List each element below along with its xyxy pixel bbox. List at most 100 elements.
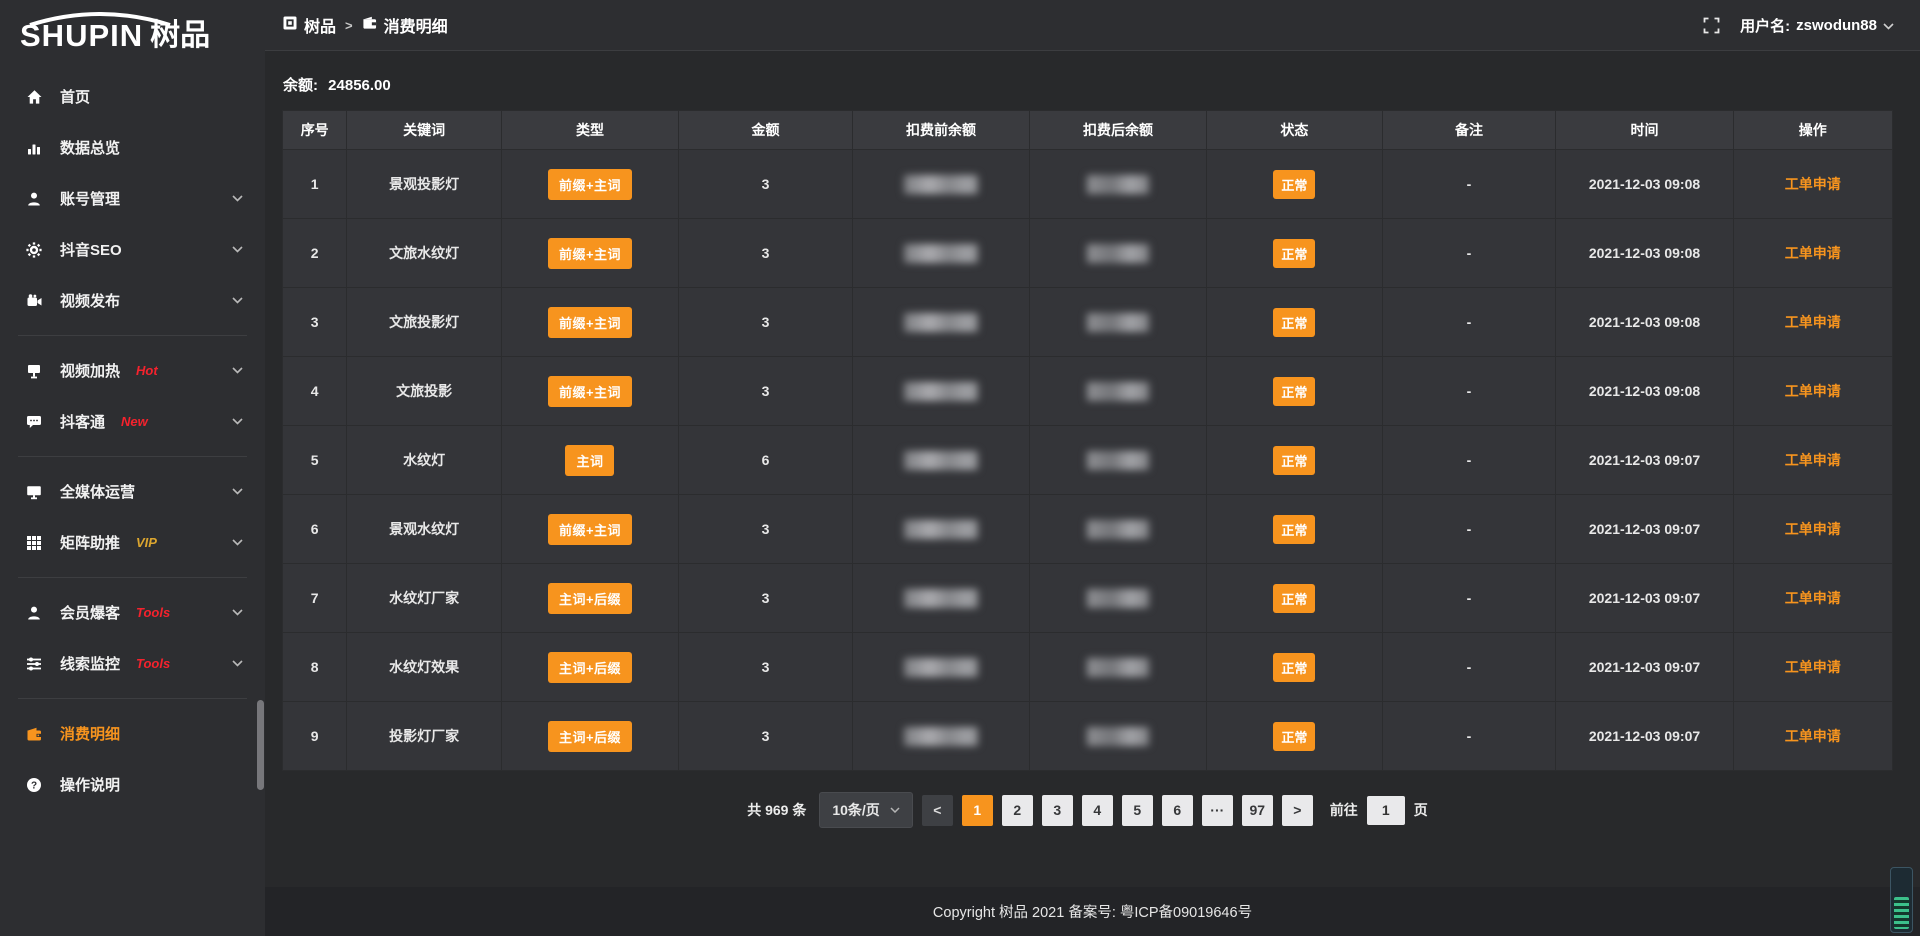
censored-balance-after <box>1087 658 1149 677</box>
type-badge: 主词+后缀 <box>548 652 632 683</box>
work-order-link[interactable]: 工单申请 <box>1785 728 1841 744</box>
cell-amount: 3 <box>679 564 853 633</box>
page-button-97[interactable]: 97 <box>1242 795 1273 826</box>
type-badge: 前缀+主词 <box>548 307 632 338</box>
sidebar-item-home[interactable]: 首页 <box>0 71 265 122</box>
sidebar-item-instructions[interactable]: ? 操作说明 <box>0 759 265 810</box>
table-row: 1 景观投影灯 前缀+主词 3 正常 - 2021-12-03 09:08 工单… <box>283 150 1893 219</box>
sidebar-scrollbar-thumb[interactable] <box>257 700 264 790</box>
sidebar-item-matrix-boost[interactable]: 矩阵助推 VIP <box>0 517 265 568</box>
sidebar-item-clue-monitor[interactable]: 线索监控 Tools <box>0 638 265 689</box>
work-order-link[interactable]: 工单申请 <box>1785 245 1841 261</box>
cell-keyword: 文旅水纹灯 <box>347 219 502 288</box>
sidebar-item-label: 视频加热 <box>60 360 120 381</box>
cell-index: 8 <box>283 633 347 702</box>
sidebar-item-label: 数据总览 <box>60 137 120 158</box>
sidebar-item-member-baoke[interactable]: 会员爆客 Tools <box>0 587 265 638</box>
cell-amount: 3 <box>679 357 853 426</box>
sidebar-item-video-publish[interactable]: 视频发布 <box>0 275 265 326</box>
user-menu[interactable]: 用户名: zswodun88 <box>1740 15 1894 36</box>
copyright-text: Copyright 树品 2021 备案号: 粤ICP备09019646号 <box>933 901 1252 922</box>
censored-balance-before <box>904 175 978 194</box>
work-order-link[interactable]: 工单申请 <box>1785 659 1841 675</box>
fullscreen-icon[interactable] <box>1703 17 1720 34</box>
breadcrumb-current-label: 消费明细 <box>384 13 448 37</box>
censored-balance-before <box>904 520 978 539</box>
cell-keyword: 水纹灯厂家 <box>347 564 502 633</box>
breadcrumb-root[interactable]: 树品 <box>283 13 336 37</box>
cell-index: 3 <box>283 288 347 357</box>
cell-amount: 3 <box>679 219 853 288</box>
cell-time: 2021-12-03 09:07 <box>1556 564 1733 633</box>
cell-amount: 3 <box>679 702 853 771</box>
sidebar-item-douyin-seo[interactable]: 抖音SEO <box>0 224 265 275</box>
cell-time: 2021-12-03 09:08 <box>1556 150 1733 219</box>
sidebar-item-label: 首页 <box>60 86 90 107</box>
page-button-3[interactable]: 3 <box>1042 795 1073 826</box>
status-badge: 正常 <box>1273 308 1315 337</box>
work-order-link[interactable]: 工单申请 <box>1785 176 1841 192</box>
balance-value: 24856.00 <box>328 77 391 94</box>
status-badge: 正常 <box>1273 653 1315 682</box>
work-order-link[interactable]: 工单申请 <box>1785 452 1841 468</box>
wallet-icon <box>362 15 377 35</box>
next-page-button[interactable]: > <box>1282 795 1313 826</box>
page-button-1[interactable]: 1 <box>962 795 993 826</box>
pagination: 共 969 条 10条/页 < 1 2 3 4 5 6 ··· 97 > 前往 … <box>282 792 1893 828</box>
type-badge: 前缀+主词 <box>548 238 632 269</box>
column-header-balance-after: 扣费后余额 <box>1030 111 1207 150</box>
balance-summary: 余额: 24856.00 <box>283 74 1893 95</box>
cell-remark: - <box>1382 495 1556 564</box>
brand-logo[interactable]: SHUPIN 树品 <box>0 6 265 57</box>
work-order-link[interactable]: 工单申请 <box>1785 590 1841 606</box>
type-badge: 主词 <box>565 445 614 476</box>
logo-arc <box>26 12 174 26</box>
sidebar-item-all-media[interactable]: 全媒体运营 <box>0 466 265 517</box>
sidebar-item-consumption-detail[interactable]: 消费明细 <box>0 708 265 759</box>
page-ellipsis-button[interactable]: ··· <box>1202 795 1233 826</box>
member-icon <box>26 605 46 621</box>
censored-balance-after <box>1087 520 1149 539</box>
table-row: 4 文旅投影 前缀+主词 3 正常 - 2021-12-03 09:08 工单申… <box>283 357 1893 426</box>
home-icon <box>26 89 46 105</box>
sidebar-item-label: 操作说明 <box>60 774 120 795</box>
type-badge: 前缀+主词 <box>548 514 632 545</box>
censored-balance-before <box>904 727 978 746</box>
page-button-2[interactable]: 2 <box>1002 795 1033 826</box>
sidebar-item-label: 全媒体运营 <box>60 481 135 502</box>
type-badge: 前缀+主词 <box>548 169 632 200</box>
sidebar-item-data-overview[interactable]: 数据总览 <box>0 122 265 173</box>
goto-page-input[interactable] <box>1367 796 1405 825</box>
cell-remark: - <box>1382 219 1556 288</box>
breadcrumb-separator: > <box>345 18 353 33</box>
breadcrumb: 树品 > 消费明细 <box>283 13 448 37</box>
sidebar-item-douketong[interactable]: 抖客通 New <box>0 396 265 447</box>
prev-page-button[interactable]: < <box>922 795 953 826</box>
page-button-6[interactable]: 6 <box>1162 795 1193 826</box>
new-badge: New <box>121 414 148 429</box>
cell-index: 9 <box>283 702 347 771</box>
cell-remark: - <box>1382 288 1556 357</box>
table-header: 序号 关键词 类型 金额 扣费前余额 扣费后余额 状态 备注 时间 操作 <box>283 111 1893 150</box>
work-order-link[interactable]: 工单申请 <box>1785 521 1841 537</box>
table-row: 3 文旅投影灯 前缀+主词 3 正常 - 2021-12-03 09:08 工单… <box>283 288 1893 357</box>
censored-balance-before <box>904 451 978 470</box>
page-size-select[interactable]: 10条/页 <box>819 792 912 828</box>
page-button-5[interactable]: 5 <box>1122 795 1153 826</box>
sidebar-item-video-heat[interactable]: 视频加热 Hot <box>0 345 265 396</box>
censored-balance-after <box>1087 589 1149 608</box>
user-icon <box>26 191 46 207</box>
cell-remark: - <box>1382 564 1556 633</box>
work-order-link[interactable]: 工单申请 <box>1785 383 1841 399</box>
sidebar-item-account-management[interactable]: 账号管理 <box>0 173 265 224</box>
page-button-4[interactable]: 4 <box>1082 795 1113 826</box>
censored-balance-after <box>1087 175 1149 194</box>
work-order-link[interactable]: 工单申请 <box>1785 314 1841 330</box>
chevron-down-icon <box>232 609 243 616</box>
chevron-down-icon <box>232 367 243 374</box>
sidebar-divider <box>18 577 247 578</box>
cell-remark: - <box>1382 150 1556 219</box>
breadcrumb-current[interactable]: 消费明细 <box>362 13 448 37</box>
sidebar-item-label: 视频发布 <box>60 290 120 311</box>
table-row: 5 水纹灯 主词 6 正常 - 2021-12-03 09:07 工单申请 <box>283 426 1893 495</box>
